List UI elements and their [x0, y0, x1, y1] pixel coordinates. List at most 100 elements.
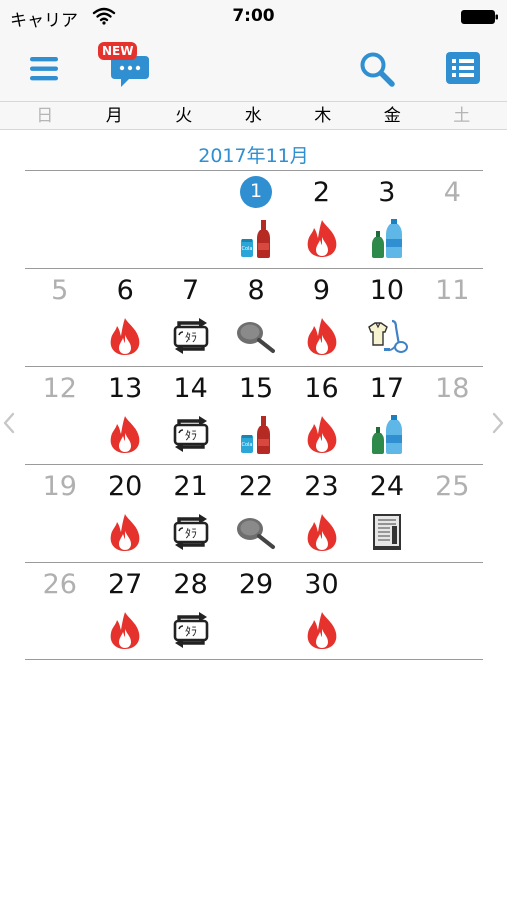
day-number: 22	[238, 471, 274, 502]
day-number: 25	[435, 471, 470, 502]
day-cell-7[interactable]: 7 ﾀﾗ	[156, 269, 226, 367]
day-cell-15[interactable]: 15 Cola	[221, 367, 291, 465]
day-cell-23[interactable]: 23	[287, 465, 357, 563]
news-button[interactable]: NEW	[96, 40, 152, 92]
day-number: 17	[369, 373, 405, 404]
recycle-resource-icon: ﾀﾗ	[170, 609, 212, 651]
day-cell-28[interactable]: 28 ﾀﾗ	[156, 563, 226, 661]
day-cell-6[interactable]: 6	[90, 269, 160, 367]
day-cell-5[interactable]: 5	[25, 269, 95, 367]
svg-text:Cola: Cola	[242, 442, 253, 448]
recycle-resource-icon: ﾀﾗ	[170, 315, 212, 357]
burnable-fire-icon	[104, 413, 146, 455]
svg-text:ﾀﾗ: ﾀﾗ	[185, 429, 197, 443]
day-number: 9	[312, 275, 331, 306]
week-row: 19 20 21 ﾀﾗ 22 23 24 25	[25, 464, 483, 562]
month-title: 2017年11月	[198, 145, 309, 167]
day-cell-10[interactable]: 10	[352, 269, 422, 367]
day-cell-27[interactable]: 27	[90, 563, 160, 661]
day-cell-3[interactable]: 3	[352, 171, 422, 269]
clothes-vacuum-icon	[366, 315, 409, 357]
recycle-resource-icon: ﾀﾗ	[170, 413, 212, 455]
day-number: 15	[238, 373, 274, 404]
burnable-fire-icon	[301, 217, 343, 259]
weekday-sat: 土	[453, 106, 471, 126]
week-row: 5 6 7 ﾀﾗ 8 9 10 11	[25, 268, 483, 366]
week-row: 1 Cola 2 3 4	[25, 170, 483, 268]
day-cell-16[interactable]: 16	[287, 367, 357, 465]
day-cell-18[interactable]: 18	[418, 367, 488, 465]
day-cell-4[interactable]: 4	[418, 171, 488, 269]
day-cell-17[interactable]: 17	[352, 367, 422, 465]
weekday-mon: 月	[105, 106, 123, 126]
weekday-header: 日 月 火 水 木 金 土	[0, 102, 507, 130]
day-cell-29[interactable]: 29	[221, 563, 291, 661]
recycle-resource-icon: ﾀﾗ	[170, 511, 212, 553]
day-cell-19[interactable]: 19	[25, 465, 95, 563]
burnable-fire-icon	[104, 315, 146, 357]
empty-day-cell	[25, 171, 95, 269]
empty-day-cell	[418, 563, 488, 661]
day-number: 26	[42, 569, 77, 600]
day-number: 10	[369, 275, 405, 306]
day-number: 2	[312, 177, 331, 208]
list-view-icon[interactable]	[445, 51, 481, 85]
frying-pan-icon	[235, 511, 277, 553]
app-root: キャリア 7:00 NEW 日 月 火 水 木 金 土 2017年11月 1 C…	[0, 0, 507, 900]
weekday-sun: 日	[36, 106, 54, 126]
day-number: 1	[249, 180, 263, 202]
week-row: 26 27 28 ﾀﾗ 29 30	[25, 562, 483, 660]
week-row: 12 13 14 ﾀﾗ 15 Cola 16 17 18	[25, 366, 483, 464]
day-cell-8[interactable]: 8	[221, 269, 291, 367]
day-number: 29	[238, 569, 274, 600]
day-number: 14	[173, 373, 208, 404]
bottles-cans-icon: Cola	[235, 217, 277, 259]
day-cell-12[interactable]: 12	[25, 367, 95, 465]
day-number: 18	[435, 373, 470, 404]
calendar-grid: 1 Cola 2 3 4 5 6 7 ﾀﾗ 8 9 10 11 12 13 14 ﾀﾗ 15 Cola 16 17 18 1…	[25, 170, 483, 660]
day-number: 27	[107, 569, 143, 600]
svg-text:ﾀﾗ: ﾀﾗ	[185, 527, 197, 541]
day-cell-26[interactable]: 26	[25, 563, 95, 661]
previous-month-arrow-icon[interactable]	[0, 410, 18, 436]
svg-text:Cola: Cola	[242, 246, 253, 252]
day-cell-14[interactable]: 14 ﾀﾗ	[156, 367, 226, 465]
search-icon[interactable]	[358, 50, 396, 88]
day-number: 3	[378, 177, 396, 208]
day-cell-25[interactable]: 25	[418, 465, 488, 563]
day-cell-20[interactable]: 20	[90, 465, 160, 563]
next-month-arrow-icon[interactable]	[489, 410, 507, 436]
status-bar: キャリア 7:00	[0, 0, 507, 34]
svg-text:ﾀﾗ: ﾀﾗ	[185, 625, 197, 639]
day-number: 19	[42, 471, 77, 502]
burnable-fire-icon	[301, 511, 343, 553]
burnable-fire-icon	[104, 609, 146, 651]
menu-icon[interactable]	[28, 54, 62, 84]
weekday-fri: 金	[383, 106, 401, 126]
frying-pan-icon	[235, 315, 277, 357]
day-cell-13[interactable]: 13	[90, 367, 160, 465]
day-cell-9[interactable]: 9	[287, 269, 357, 367]
new-badge: NEW	[98, 42, 138, 60]
day-cell-11[interactable]: 11	[418, 269, 488, 367]
day-number: 24	[369, 471, 405, 502]
day-number: 12	[42, 373, 77, 404]
day-cell-21[interactable]: 21 ﾀﾗ	[156, 465, 226, 563]
battery-icon	[461, 10, 498, 24]
weekday-thu: 木	[314, 106, 332, 126]
day-cell-22[interactable]: 22	[221, 465, 291, 563]
day-number: 28	[173, 569, 208, 600]
day-number: 13	[107, 373, 143, 404]
day-cell-2[interactable]: 2	[287, 171, 357, 269]
burnable-fire-icon	[301, 315, 343, 357]
bottles-cans-icon: Cola	[235, 413, 277, 455]
day-cell-24[interactable]: 24	[352, 465, 422, 563]
burnable-fire-icon	[301, 413, 343, 455]
empty-day-cell	[352, 563, 422, 661]
day-number: 6	[116, 275, 134, 306]
day-number: 23	[304, 471, 339, 502]
paper-bundle-icon	[366, 511, 408, 553]
day-cell-30[interactable]: 30	[287, 563, 357, 661]
day-cell-1[interactable]: 1 Cola	[221, 171, 291, 269]
day-number: 16	[304, 373, 339, 404]
